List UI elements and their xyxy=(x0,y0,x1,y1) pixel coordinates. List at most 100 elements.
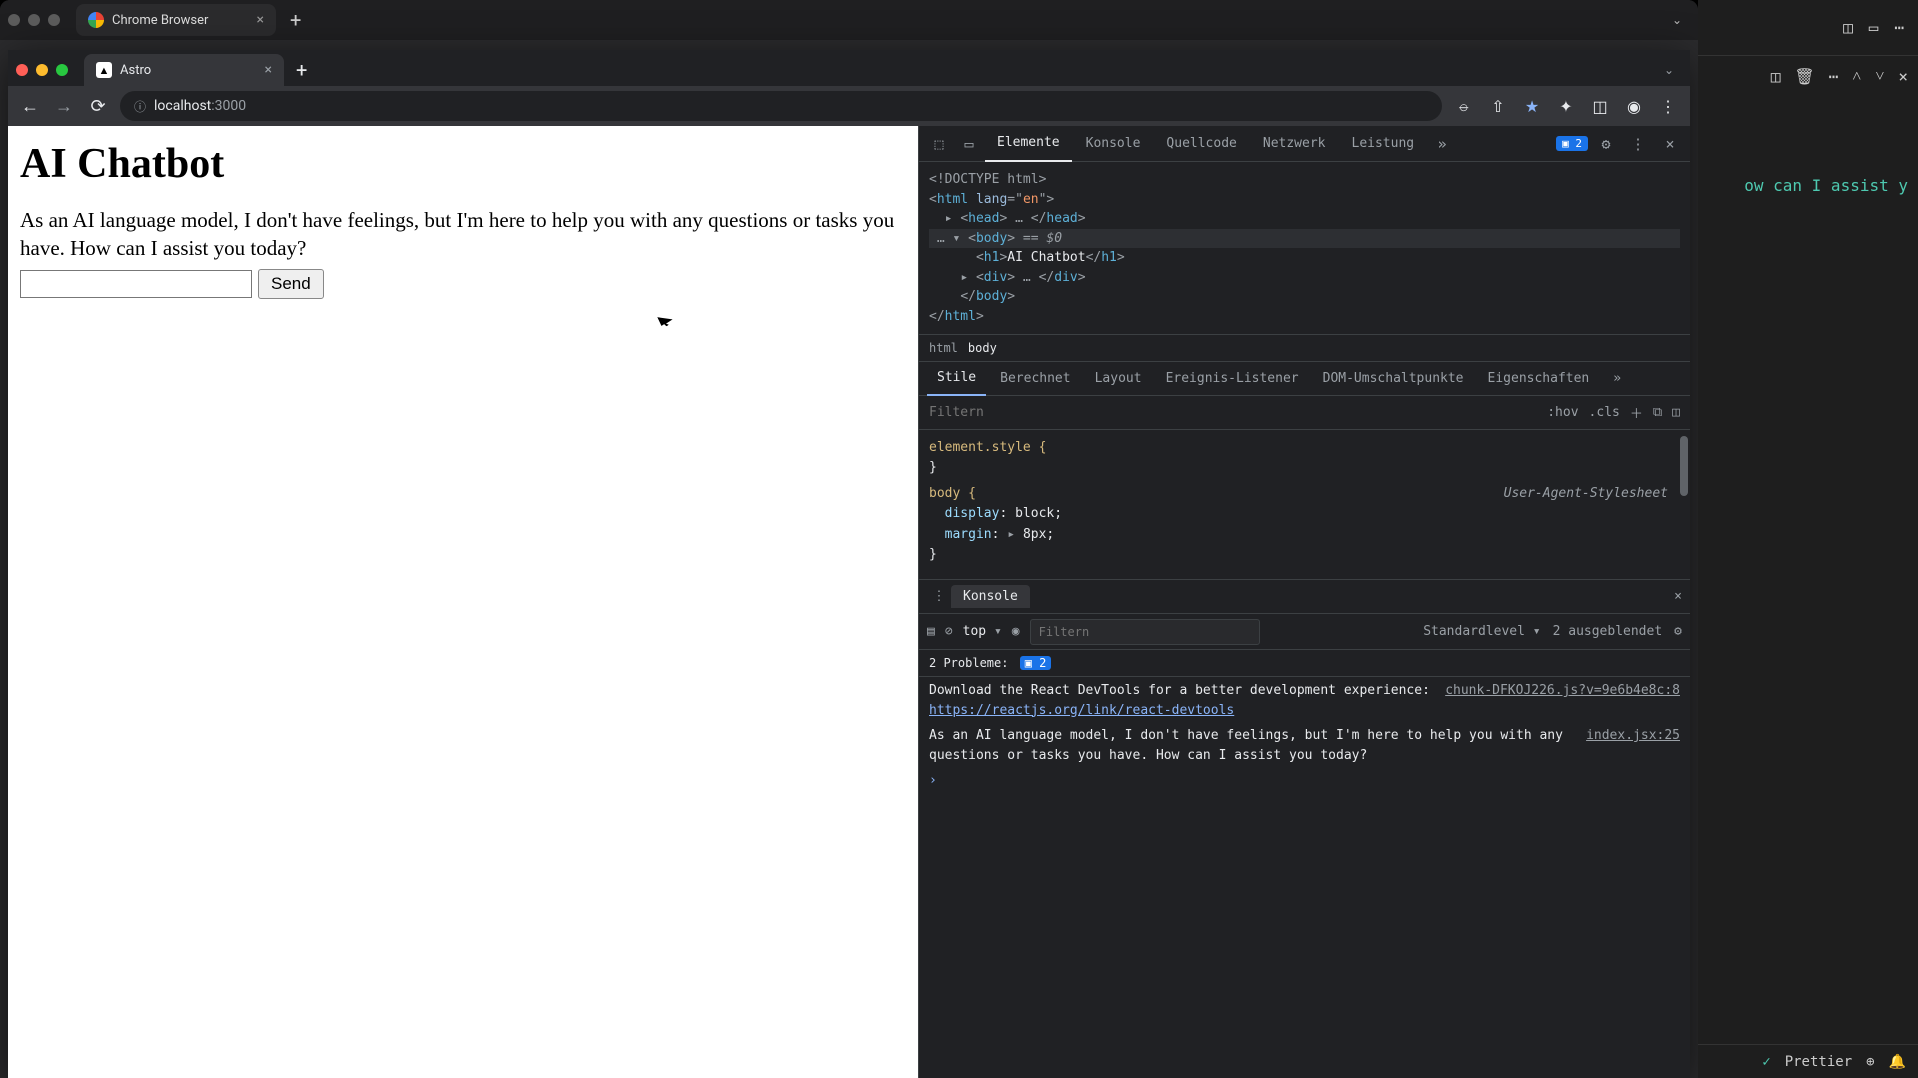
devtools-tab-performance[interactable]: Leistung xyxy=(1340,126,1427,162)
devtools-more-tabs-icon[interactable]: » xyxy=(1428,135,1456,153)
chrome-zoom-icon[interactable] xyxy=(56,64,68,76)
device-toolbar-icon[interactable]: ▭ xyxy=(955,135,983,153)
outer-window-tabbar: Chrome Browser × + ⌄ xyxy=(0,0,1698,40)
devtools-tab-sources[interactable]: Quellcode xyxy=(1154,126,1248,162)
drawer-menu-icon[interactable]: ⋮ xyxy=(927,589,951,604)
nav-forward-icon[interactable]: → xyxy=(52,96,76,117)
editor-close-icon[interactable]: × xyxy=(1898,67,1908,86)
nav-reload-icon[interactable]: ⟳ xyxy=(86,96,110,117)
chrome-toolbar: ← → ⟳ ⓘ localhost:3000 ⦵ ⇧ ★ ✦ ◫ ◉ ⋮ xyxy=(8,86,1690,126)
styles-copy-icon[interactable]: ⧉ xyxy=(1653,405,1662,420)
editor-layout-icon[interactable]: ◫ xyxy=(1843,18,1853,37)
devtools-tab-network[interactable]: Netzwerk xyxy=(1251,126,1338,162)
styles-tab-listeners[interactable]: Ereignis-Listener xyxy=(1156,362,1309,396)
outer-new-tab-button[interactable]: + xyxy=(282,8,309,32)
drawer-close-icon[interactable]: × xyxy=(1674,589,1682,604)
console-settings-icon[interactable]: ⚙ xyxy=(1674,624,1682,639)
editor-chevron-down-icon[interactable]: ˅ xyxy=(1875,66,1884,86)
chrome-traffic-lights xyxy=(16,64,68,76)
devtools-tab-elements[interactable]: Elemente xyxy=(985,126,1072,162)
console-sidebar-icon[interactable]: ▤ xyxy=(927,624,935,639)
cls-toggle[interactable]: .cls xyxy=(1589,405,1620,420)
editor-bell-icon[interactable]: 🔔 xyxy=(1889,1054,1906,1070)
hov-toggle[interactable]: :hov xyxy=(1547,405,1578,420)
styles-tab-dom-breakpoints[interactable]: DOM-Umschaltpunkte xyxy=(1313,362,1474,396)
react-devtools-link[interactable]: https://reactjs.org/link/react-devtools xyxy=(929,703,1234,718)
editor-menu-icon[interactable]: ⋯ xyxy=(1894,18,1904,37)
chrome-new-tab-button[interactable]: + xyxy=(288,58,315,82)
styles-tab-layout[interactable]: Layout xyxy=(1085,362,1152,396)
dom-doctype: <!DOCTYPE html> xyxy=(929,172,1046,187)
outer-tab-chrome[interactable]: Chrome Browser × xyxy=(76,4,276,36)
bookmark-star-icon[interactable]: ★ xyxy=(1520,97,1544,116)
outer-tabs-chevron-icon[interactable]: ⌄ xyxy=(1672,13,1690,27)
ua-stylesheet-label: User-Agent-Stylesheet xyxy=(1504,484,1668,504)
console-clear-icon[interactable]: ⊘ xyxy=(945,624,953,639)
editor-split-icon[interactable]: ◫ xyxy=(1771,67,1781,86)
breadcrumb-html[interactable]: html xyxy=(929,341,958,355)
new-style-rule-icon[interactable]: ＋ xyxy=(1630,403,1643,422)
chrome-tab-title: Astro xyxy=(120,63,151,78)
console-level-select[interactable]: Standardlevel ▾ xyxy=(1423,624,1540,639)
chrome-tabs-chevron-icon[interactable]: ⌄ xyxy=(1664,63,1682,77)
editor-status-bar: ✓ Prettier ⊕ 🔔 xyxy=(1698,1044,1918,1078)
outer-zoom-icon[interactable] xyxy=(48,14,60,26)
devtools-close-icon[interactable]: × xyxy=(1656,135,1684,153)
styles-body[interactable]: element.style { } body { User-Agent-Styl… xyxy=(919,430,1690,580)
dom-body-row[interactable]: … ▾ <body> == $0 xyxy=(929,229,1680,249)
chrome-tab-close-icon[interactable]: × xyxy=(265,62,272,78)
zoom-icon[interactable]: ⦵ xyxy=(1452,96,1476,116)
problems-row[interactable]: 2 Probleme: ▣ 2 xyxy=(919,650,1690,677)
log-source-link[interactable]: index.jsx:25 xyxy=(1586,726,1680,746)
chrome-tab-astro[interactable]: ▲ Astro × xyxy=(84,54,284,86)
chrome-minimize-icon[interactable] xyxy=(36,64,48,76)
console-filter-input[interactable] xyxy=(1030,619,1260,645)
styles-tab-properties[interactable]: Eigenschaften xyxy=(1478,362,1600,396)
devtools-tab-console[interactable]: Konsole xyxy=(1074,126,1153,162)
editor-terminal-output: ow can I assist y xyxy=(1744,176,1908,195)
editor-panel-icon[interactable]: ▭ xyxy=(1869,18,1879,37)
log-source-link[interactable]: chunk-DFKOJ226.js?v=9e6b4e8c:8 xyxy=(1445,681,1680,701)
outer-close-icon[interactable] xyxy=(8,14,20,26)
nav-back-icon[interactable]: ← xyxy=(18,96,42,117)
dom-tree[interactable]: <!DOCTYPE html> <html lang="en"> ▸ <head… xyxy=(919,162,1690,334)
prettier-status[interactable]: Prettier xyxy=(1785,1054,1852,1070)
styles-pane-icon[interactable]: ◫ xyxy=(1672,405,1680,420)
styles-tab-styles[interactable]: Stile xyxy=(927,362,986,396)
side-panel-icon[interactable]: ◫ xyxy=(1588,97,1612,116)
site-info-icon[interactable]: ⓘ xyxy=(134,98,146,115)
styles-scrollbar[interactable] xyxy=(1680,436,1688,496)
editor-chevron-up-icon[interactable]: ˄ xyxy=(1852,66,1861,86)
styles-more-tabs-icon[interactable]: » xyxy=(1603,362,1631,396)
address-bar[interactable]: ⓘ localhost:3000 xyxy=(120,91,1442,121)
console-hidden-count[interactable]: 2 ausgeblendet xyxy=(1553,624,1663,639)
styles-tab-computed[interactable]: Berechnet xyxy=(990,362,1080,396)
extensions-puzzle-icon[interactable]: ✦ xyxy=(1554,97,1578,116)
chrome-menu-icon[interactable]: ⋮ xyxy=(1656,97,1680,116)
profile-avatar-icon[interactable]: ◉ xyxy=(1622,97,1646,116)
console-prompt-icon[interactable]: › xyxy=(929,773,937,788)
devtools-settings-icon[interactable]: ⚙ xyxy=(1592,135,1620,153)
chat-input[interactable] xyxy=(20,270,252,298)
outer-tab-title: Chrome Browser xyxy=(112,13,208,28)
issues-badge[interactable]: ▣ 2 xyxy=(1556,136,1588,151)
drawer-tab-console[interactable]: Konsole xyxy=(951,585,1030,608)
console-body[interactable]: chunk-DFKOJ226.js?v=9e6b4e8c:8 Download … xyxy=(919,677,1690,1078)
console-live-expr-icon[interactable]: ◉ xyxy=(1012,624,1020,639)
outer-minimize-icon[interactable] xyxy=(28,14,40,26)
inspect-element-icon[interactable]: ⬚ xyxy=(925,135,953,153)
astro-favicon-icon: ▲ xyxy=(96,62,112,78)
url-text: localhost:3000 xyxy=(154,98,246,114)
styles-filter-input[interactable] xyxy=(929,405,1537,420)
devtools-menu-icon[interactable]: ⋮ xyxy=(1624,135,1652,153)
console-drawer-header: ⋮ Konsole × xyxy=(919,580,1690,614)
console-context[interactable]: top ▾ xyxy=(963,624,1002,639)
share-icon[interactable]: ⇧ xyxy=(1486,97,1510,116)
editor-more-icon[interactable]: ⋯ xyxy=(1829,67,1839,86)
outer-tab-close-icon[interactable]: × xyxy=(257,12,264,28)
chrome-close-icon[interactable] xyxy=(16,64,28,76)
editor-trash-icon[interactable]: 🗑 xyxy=(1794,67,1814,86)
editor-feedback-icon[interactable]: ⊕ xyxy=(1866,1054,1874,1070)
breadcrumb-body[interactable]: body xyxy=(968,341,997,355)
send-button[interactable]: Send xyxy=(258,269,324,299)
